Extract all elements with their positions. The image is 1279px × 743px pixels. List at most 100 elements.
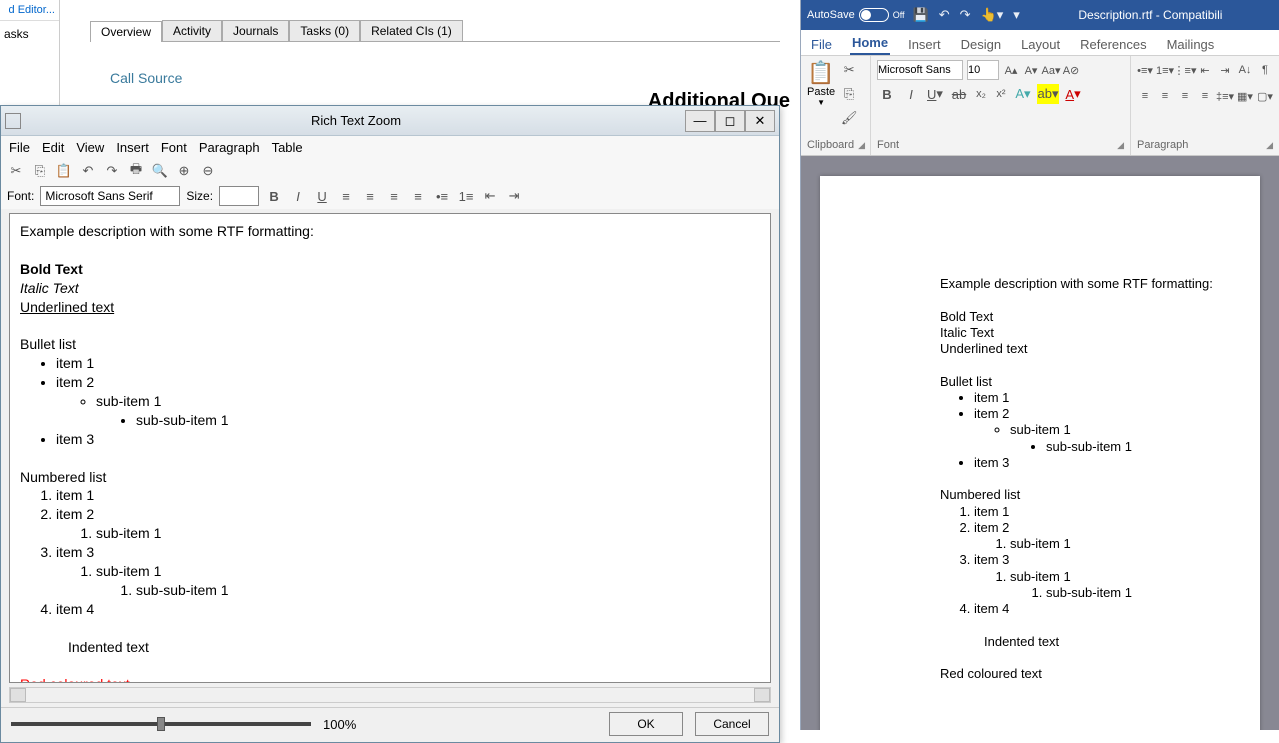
align-center-icon[interactable]: ≡ bbox=[1157, 86, 1173, 106]
copy-icon[interactable]: ⎘ bbox=[31, 162, 49, 180]
close-button[interactable]: ✕ bbox=[745, 110, 775, 132]
line-spacing-icon[interactable]: ‡≡▾ bbox=[1217, 86, 1233, 106]
doc-red-text: Red coloured text bbox=[940, 666, 1260, 682]
horizontal-scrollbar[interactable] bbox=[9, 687, 771, 703]
bold-button[interactable]: B bbox=[265, 187, 283, 205]
font-dialog-launcher-icon[interactable]: ◢ bbox=[1117, 140, 1124, 151]
system-icon[interactable] bbox=[5, 113, 21, 129]
redo-icon[interactable]: ↷ bbox=[960, 7, 971, 23]
autosave-switch[interactable] bbox=[859, 8, 889, 22]
align-left-icon[interactable]: ≡ bbox=[1137, 86, 1153, 106]
multilevel-icon[interactable]: ⋮≡▾ bbox=[1177, 60, 1193, 80]
menu-view[interactable]: View bbox=[76, 140, 104, 155]
decrease-indent-icon[interactable]: ⇤ bbox=[1197, 60, 1213, 80]
align-justify-icon[interactable]: ≡ bbox=[409, 187, 427, 205]
zoom-out-icon[interactable]: ⊖ bbox=[199, 162, 217, 180]
list-item: sub-sub-item 1 bbox=[1046, 585, 1260, 601]
undo-icon[interactable]: ↶ bbox=[939, 7, 950, 23]
indent-icon[interactable]: ⇥ bbox=[505, 187, 523, 205]
increase-indent-icon[interactable]: ⇥ bbox=[1217, 60, 1233, 80]
copy-icon[interactable]: ⎘ bbox=[839, 84, 859, 104]
maximize-button[interactable]: ◻ bbox=[715, 110, 745, 132]
underline-button[interactable]: U▾ bbox=[925, 84, 945, 104]
find-icon[interactable]: 🔍 bbox=[151, 162, 169, 180]
menu-font[interactable]: Font bbox=[161, 140, 187, 155]
align-right-icon[interactable]: ≡ bbox=[385, 187, 403, 205]
menu-file[interactable]: File bbox=[9, 140, 30, 155]
sort-icon[interactable]: A↓ bbox=[1237, 60, 1253, 80]
menu-insert[interactable]: Insert bbox=[116, 140, 149, 155]
editor-link[interactable]: d Editor... bbox=[0, 0, 59, 21]
bullet-list-icon[interactable]: •≡ bbox=[433, 187, 451, 205]
tab-overview[interactable]: Overview bbox=[90, 21, 162, 42]
ribbon-tab-home[interactable]: Home bbox=[850, 32, 890, 55]
menu-table[interactable]: Table bbox=[272, 140, 303, 155]
ribbon-tab-design[interactable]: Design bbox=[959, 34, 1003, 55]
italic-button[interactable]: I bbox=[289, 187, 307, 205]
tab-journals[interactable]: Journals bbox=[222, 20, 289, 41]
number-list-icon[interactable]: 1≡ bbox=[457, 187, 475, 205]
clipboard-dialog-launcher-icon[interactable]: ◢ bbox=[858, 140, 865, 151]
ribbon-tab-mailings[interactable]: Mailings bbox=[1165, 34, 1217, 55]
show-marks-icon[interactable]: ¶ bbox=[1257, 60, 1273, 80]
clear-formatting-icon[interactable]: A⊘ bbox=[1063, 60, 1079, 80]
font-size-select[interactable] bbox=[219, 186, 259, 206]
cancel-button[interactable]: Cancel bbox=[695, 712, 769, 736]
rtz-editor-area[interactable]: Example description with some RTF format… bbox=[9, 213, 771, 683]
tab-related-cis[interactable]: Related CIs (1) bbox=[360, 20, 463, 41]
underline-button[interactable]: U bbox=[313, 187, 331, 205]
ok-button[interactable]: OK bbox=[609, 712, 683, 736]
borders-icon[interactable]: ▢▾ bbox=[1257, 86, 1273, 106]
numbering-icon[interactable]: 1≡▾ bbox=[1157, 60, 1173, 80]
font-color-icon[interactable]: A▾ bbox=[1063, 84, 1083, 104]
zoom-in-icon[interactable]: ⊕ bbox=[175, 162, 193, 180]
change-case-icon[interactable]: Aa▾ bbox=[1043, 60, 1059, 80]
highlight-icon[interactable]: ab▾ bbox=[1037, 84, 1059, 104]
undo-icon[interactable]: ↶ bbox=[79, 162, 97, 180]
left-item-tasks[interactable]: asks bbox=[0, 21, 59, 47]
paste-icon[interactable]: 📋 bbox=[55, 162, 73, 180]
align-justify-icon[interactable]: ≡ bbox=[1197, 86, 1213, 106]
menu-edit[interactable]: Edit bbox=[42, 140, 64, 155]
font-name-select[interactable] bbox=[877, 60, 963, 80]
font-size-select[interactable] bbox=[967, 60, 999, 80]
minimize-button[interactable]: — bbox=[685, 110, 715, 132]
autosave-toggle[interactable]: AutoSave Off bbox=[807, 8, 905, 22]
touch-mode-icon[interactable]: 👆▾ bbox=[981, 7, 1004, 23]
text-effects-icon[interactable]: A▾ bbox=[1013, 84, 1033, 104]
redo-icon[interactable]: ↷ bbox=[103, 162, 121, 180]
cut-icon[interactable]: ✂ bbox=[7, 162, 25, 180]
print-icon[interactable]: 🖶 bbox=[127, 162, 145, 180]
zoom-slider[interactable] bbox=[11, 722, 311, 726]
menu-paragraph[interactable]: Paragraph bbox=[199, 140, 260, 155]
shading-icon[interactable]: ▦▾ bbox=[1237, 86, 1253, 106]
outdent-icon[interactable]: ⇤ bbox=[481, 187, 499, 205]
word-document-area[interactable]: Example description with some RTF format… bbox=[801, 156, 1279, 730]
tab-activity[interactable]: Activity bbox=[162, 20, 222, 41]
grow-font-icon[interactable]: A▴ bbox=[1003, 60, 1019, 80]
ribbon-tab-references[interactable]: References bbox=[1078, 34, 1148, 55]
superscript-button[interactable]: x² bbox=[993, 84, 1009, 104]
font-family-select[interactable] bbox=[40, 186, 180, 206]
ribbon-tab-insert[interactable]: Insert bbox=[906, 34, 943, 55]
subscript-button[interactable]: x₂ bbox=[973, 84, 989, 104]
rtz-titlebar: Rich Text Zoom — ◻ ✕ bbox=[1, 106, 779, 136]
strikethrough-button[interactable]: ab bbox=[949, 84, 969, 104]
italic-button[interactable]: I bbox=[901, 84, 921, 104]
bold-button[interactable]: B bbox=[877, 84, 897, 104]
cut-icon[interactable]: ✂ bbox=[839, 60, 859, 80]
align-left-icon[interactable]: ≡ bbox=[337, 187, 355, 205]
ribbon-tab-file[interactable]: File bbox=[809, 34, 834, 55]
qat-customize-icon[interactable]: ▾ bbox=[1013, 7, 1020, 23]
paste-button[interactable]: 📋 Paste ▼ bbox=[807, 60, 835, 128]
align-right-icon[interactable]: ≡ bbox=[1177, 86, 1193, 106]
shrink-font-icon[interactable]: A▾ bbox=[1023, 60, 1039, 80]
bullets-icon[interactable]: •≡▾ bbox=[1137, 60, 1153, 80]
align-center-icon[interactable]: ≡ bbox=[361, 187, 379, 205]
tab-tasks[interactable]: Tasks (0) bbox=[289, 20, 360, 41]
word-page[interactable]: Example description with some RTF format… bbox=[820, 176, 1260, 730]
save-icon[interactable]: 💾 bbox=[913, 7, 929, 23]
ribbon-tab-layout[interactable]: Layout bbox=[1019, 34, 1062, 55]
format-painter-icon[interactable]: 🖌 bbox=[839, 108, 859, 128]
paragraph-dialog-launcher-icon[interactable]: ◢ bbox=[1266, 140, 1273, 151]
